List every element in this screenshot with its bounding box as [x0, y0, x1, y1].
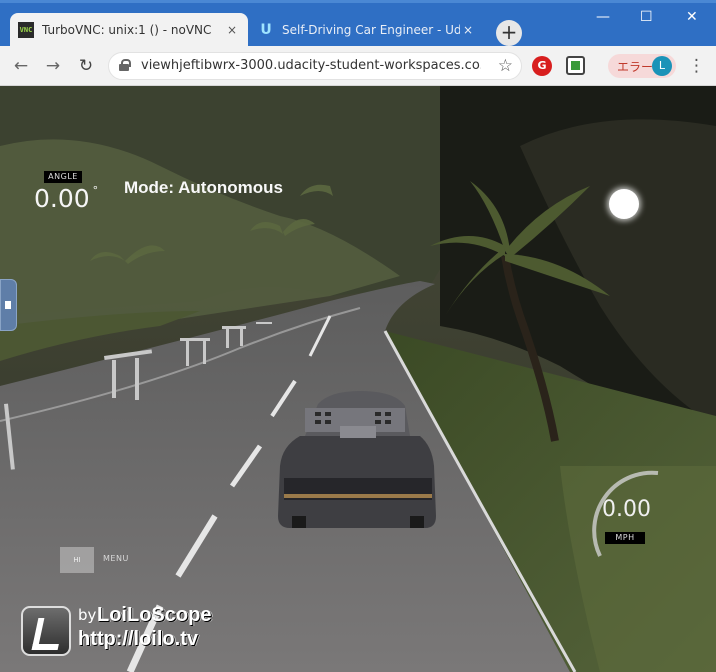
extension-green-icon[interactable] [566, 56, 585, 75]
menu-button[interactable]: MENU [103, 554, 129, 563]
tab-turbovnc[interactable]: VNC TurboVNC: unix:1 () - noVNC × [10, 13, 248, 46]
driving-scene [0, 86, 716, 672]
speed-readout: 0.00 [602, 497, 651, 522]
drive-mode-status: Mode: Autonomous [124, 178, 283, 197]
extension-red-icon[interactable]: G [532, 56, 552, 76]
close-tab-icon[interactable]: × [460, 23, 476, 37]
maximize-button[interactable]: ☐ [640, 9, 653, 25]
address-bar[interactable]: viewhjeftibwrx-3000.udacity-student-work… [108, 52, 522, 80]
control-button[interactable]: HI [60, 547, 94, 573]
vnc-favicon-icon: VNC [18, 21, 34, 38]
back-button[interactable]: ← [10, 55, 32, 77]
profile-error-button[interactable]: エラー L [608, 54, 676, 78]
watermark-by: by [78, 606, 97, 624]
novnc-sidebar-handle[interactable] [0, 279, 17, 331]
simulator-canvas[interactable]: ANGLE 0.00 ° Mode: Autonomous 0.00 MPH HI… [0, 86, 716, 672]
watermark-url: http://loilo.tv [78, 628, 198, 650]
tab-title: Self-Driving Car Engineer - Udaci [282, 22, 460, 37]
angle-unit: ° [92, 184, 99, 197]
avatar: L [652, 56, 672, 76]
speed-unit-label: MPH [605, 532, 645, 544]
sun [609, 189, 639, 219]
watermark-brand: LoiLoScope [97, 604, 212, 626]
browser-toolbar: ← → ↻ viewhjeftibwrx-3000.udacity-studen… [0, 46, 716, 86]
tab-udacity[interactable]: U Self-Driving Car Engineer - Udaci × [250, 13, 484, 46]
window-close-button[interactable]: ✕ [686, 9, 698, 25]
steering-angle-readout: 0.00 ° [34, 184, 98, 213]
angle-value: 0.00 [34, 184, 90, 213]
new-tab-button[interactable]: + [496, 20, 522, 46]
reload-button[interactable]: ↻ [75, 55, 97, 77]
tab-title: TurboVNC: unix:1 () - noVNC [42, 22, 212, 37]
lock-icon [119, 59, 131, 71]
udacity-favicon-icon: U [260, 21, 272, 38]
minimize-button[interactable]: — [596, 9, 610, 25]
close-tab-icon[interactable]: × [224, 23, 240, 37]
angle-label: ANGLE [44, 171, 82, 183]
error-label: エラー [617, 60, 654, 74]
bookmark-star-icon[interactable]: ☆ [498, 56, 513, 76]
address-url[interactable]: viewhjeftibwrx-3000.udacity-student-work… [141, 58, 481, 73]
tab-bar: VNC TurboVNC: unix:1 () - noVNC × U Self… [0, 3, 716, 46]
forward-button[interactable]: → [42, 55, 64, 77]
browser-menu-button[interactable]: ⋮ [688, 56, 705, 76]
loiloscope-logo [21, 606, 71, 656]
